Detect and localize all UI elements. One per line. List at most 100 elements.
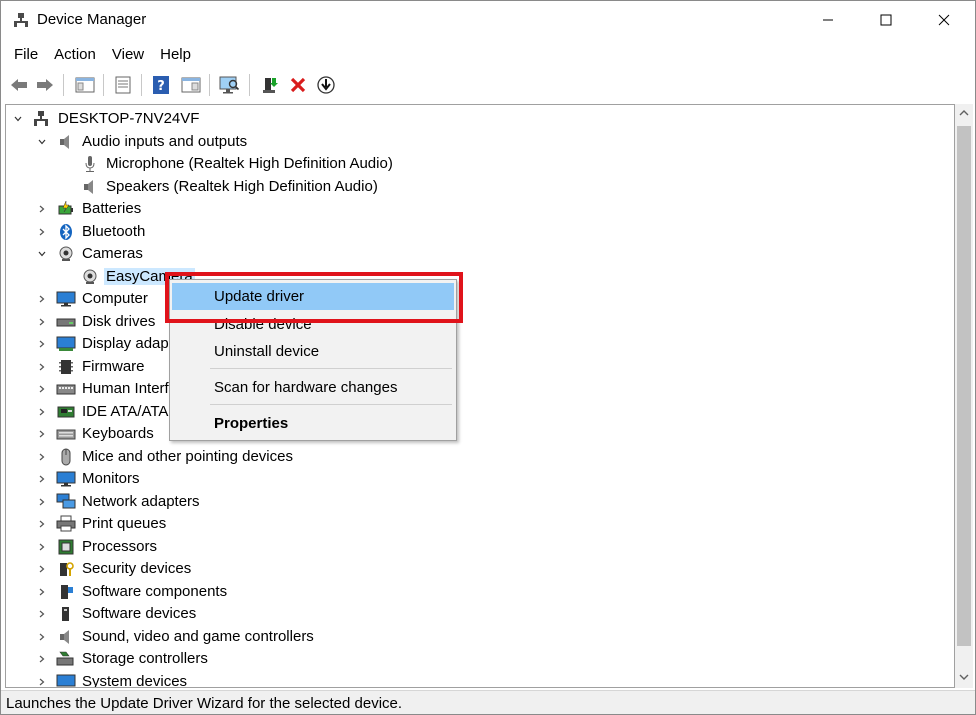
chevron-right-icon[interactable] bbox=[36, 226, 48, 238]
chevron-right-icon[interactable] bbox=[36, 406, 48, 418]
chip-icon bbox=[56, 357, 76, 377]
tree-item-label: Network adapters bbox=[82, 493, 200, 510]
tree-item-label: Sound, video and game controllers bbox=[82, 628, 314, 645]
chevron-right-icon[interactable] bbox=[36, 496, 48, 508]
chevron-right-icon[interactable] bbox=[36, 361, 48, 373]
chevron-right-icon[interactable] bbox=[36, 428, 48, 440]
chevron-right-icon[interactable] bbox=[36, 293, 48, 305]
tree-item-security-devices[interactable]: Security devices bbox=[6, 558, 706, 580]
tree-item-label: Batteries bbox=[82, 200, 142, 217]
chevron-right-icon[interactable] bbox=[36, 653, 48, 665]
chevron-right-icon[interactable] bbox=[36, 383, 48, 395]
chevron-right-icon[interactable] bbox=[36, 451, 48, 463]
speaker-icon bbox=[56, 132, 76, 152]
tree-item-sound-video-game[interactable]: Sound, video and game controllers bbox=[6, 626, 706, 648]
tree-item-audio[interactable]: Audio inputs and outputs bbox=[6, 131, 706, 153]
tree-item-software-components[interactable]: Software components bbox=[6, 581, 706, 603]
vertical-scrollbar[interactable] bbox=[955, 104, 973, 688]
tree-item-batteries[interactable]: Batteries bbox=[6, 198, 706, 220]
tree-item-label: Mice and other pointing devices bbox=[82, 448, 293, 465]
menu-help[interactable]: Help bbox=[153, 41, 198, 67]
tree-root-label: DESKTOP-7NV24VF bbox=[58, 110, 200, 127]
show-hide-console-tree-button[interactable] bbox=[73, 73, 97, 97]
tree-item-microphone[interactable]: Microphone (Realtek High Definition Audi… bbox=[6, 153, 706, 175]
update-driver-toolbar-button[interactable] bbox=[258, 73, 282, 97]
tree-item-system-devices[interactable]: System devices bbox=[6, 671, 706, 687]
tree-item-label: Display adapters bbox=[82, 335, 170, 352]
tree-root[interactable]: DESKTOP-7NV24VF bbox=[6, 108, 706, 130]
tree-item-label: Processors bbox=[82, 538, 158, 555]
toolbar: ? bbox=[1, 69, 975, 101]
system-device-icon bbox=[56, 672, 76, 687]
tree-item-monitors[interactable]: Monitors bbox=[6, 468, 706, 490]
tree-item-network-adapters[interactable]: Network adapters bbox=[6, 491, 706, 513]
back-arrow-icon bbox=[11, 79, 27, 91]
scroll-down-arrow-icon[interactable] bbox=[955, 668, 973, 686]
storage-controller-icon bbox=[56, 649, 76, 669]
tree-item-cameras[interactable]: Cameras bbox=[6, 243, 706, 265]
scroll-up-arrow-icon[interactable] bbox=[955, 104, 973, 122]
tree-item-software-devices[interactable]: Software devices bbox=[6, 603, 706, 625]
tree-item-label: Print queues bbox=[82, 515, 167, 532]
highlight-annotation-box bbox=[165, 272, 463, 323]
tree-item-print-queues[interactable]: Print queues bbox=[6, 513, 706, 535]
maximize-icon bbox=[880, 14, 892, 26]
tree-item-mice[interactable]: Mice and other pointing devices bbox=[6, 446, 706, 468]
chevron-down-icon[interactable] bbox=[36, 248, 48, 260]
webcam-icon bbox=[56, 244, 76, 264]
update-driver-icon bbox=[263, 78, 278, 93]
chevron-right-icon[interactable] bbox=[36, 338, 48, 350]
printer-icon bbox=[56, 514, 76, 534]
back-button[interactable] bbox=[7, 73, 31, 97]
red-x-icon bbox=[290, 77, 306, 93]
properties-sheet-icon bbox=[115, 76, 131, 94]
chevron-right-icon[interactable] bbox=[36, 563, 48, 575]
scan-hardware-button[interactable] bbox=[217, 73, 241, 97]
chevron-right-icon[interactable] bbox=[36, 473, 48, 485]
tree-item-label: Microphone (Realtek High Definition Audi… bbox=[106, 155, 393, 172]
properties-button[interactable] bbox=[111, 73, 135, 97]
toolbar-separator bbox=[209, 74, 210, 96]
menu-uninstall-device[interactable]: Uninstall device bbox=[172, 338, 454, 365]
forward-button[interactable] bbox=[33, 73, 57, 97]
close-icon bbox=[938, 14, 950, 26]
maximize-button[interactable] bbox=[857, 1, 915, 39]
menu-properties[interactable]: Properties bbox=[172, 410, 454, 437]
tree-item-label: Audio inputs and outputs bbox=[82, 133, 248, 150]
menu-scan-hardware[interactable]: Scan for hardware changes bbox=[172, 374, 454, 401]
webcam-icon bbox=[80, 267, 100, 287]
software-device-icon bbox=[56, 604, 76, 624]
chevron-right-icon[interactable] bbox=[36, 541, 48, 553]
enable-device-toolbar-button[interactable] bbox=[314, 73, 338, 97]
tree-item-processors[interactable]: Processors bbox=[6, 536, 706, 558]
chevron-right-icon[interactable] bbox=[36, 316, 48, 328]
action-pane-button[interactable] bbox=[179, 73, 203, 97]
minimize-button[interactable] bbox=[799, 1, 857, 39]
keyboard-icon bbox=[56, 424, 76, 444]
chevron-right-icon[interactable] bbox=[36, 631, 48, 643]
speaker-icon bbox=[56, 627, 76, 647]
chevron-down-icon[interactable] bbox=[36, 136, 48, 148]
scrollbar-thumb[interactable] bbox=[957, 126, 971, 646]
chevron-right-icon[interactable] bbox=[36, 203, 48, 215]
menu-action[interactable]: Action bbox=[47, 41, 103, 67]
chevron-right-icon[interactable] bbox=[36, 518, 48, 530]
status-text: Launches the Update Driver Wizard for th… bbox=[6, 695, 403, 712]
tree-item-label: Cameras bbox=[82, 245, 143, 262]
display-adapter-icon bbox=[56, 334, 76, 354]
chevron-down-icon[interactable] bbox=[12, 113, 24, 125]
chevron-right-icon[interactable] bbox=[36, 676, 48, 687]
chevron-right-icon[interactable] bbox=[36, 608, 48, 620]
status-bar: Launches the Update Driver Wizard for th… bbox=[1, 690, 975, 714]
menu-view[interactable]: View bbox=[105, 41, 151, 67]
help-button[interactable]: ? bbox=[149, 73, 173, 97]
tree-item-bluetooth[interactable]: Bluetooth bbox=[6, 221, 706, 243]
chevron-right-icon[interactable] bbox=[36, 586, 48, 598]
tree-item-storage-controllers[interactable]: Storage controllers bbox=[6, 648, 706, 670]
toolbar-separator bbox=[141, 74, 142, 96]
tree-item-speakers[interactable]: Speakers (Realtek High Definition Audio) bbox=[6, 176, 706, 198]
mouse-icon bbox=[56, 447, 76, 467]
uninstall-device-toolbar-button[interactable] bbox=[286, 73, 310, 97]
close-button[interactable] bbox=[915, 1, 973, 39]
menu-file[interactable]: File bbox=[7, 41, 45, 67]
